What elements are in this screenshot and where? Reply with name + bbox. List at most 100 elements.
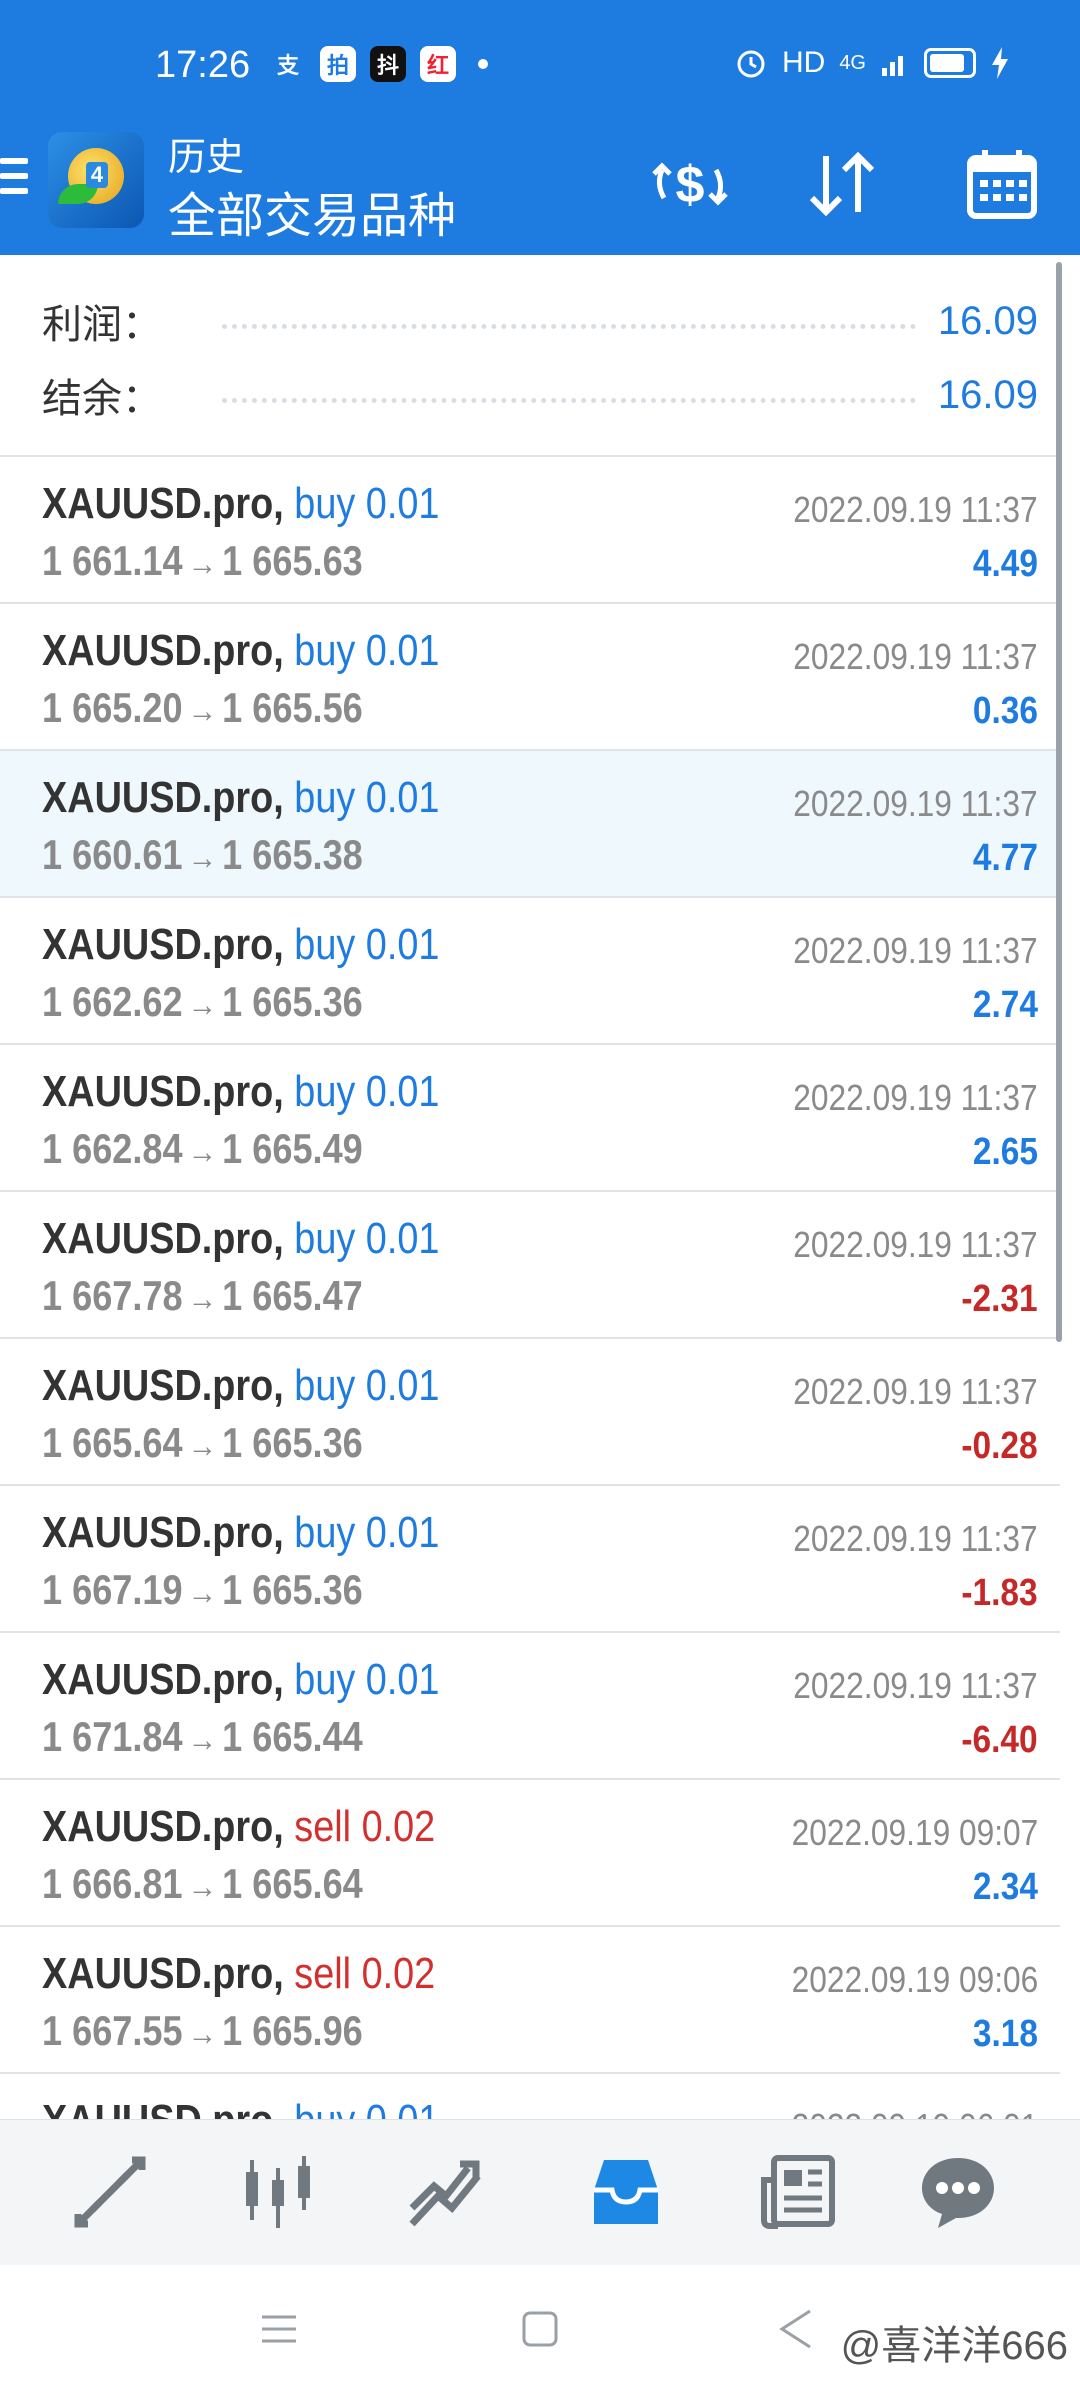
trade-prices: 1 665.20 → 1 665.56 [42,684,363,732]
chart-icon[interactable] [236,2150,320,2234]
trade-profit: -1.83 [961,1572,1038,1614]
scrollbar[interactable] [1056,262,1062,1342]
trade-time: 2022.09.19 11:37 [793,1371,1038,1412]
trade-time: 2022.09.19 11:37 [793,1518,1038,1559]
menu-icon[interactable] [258,2311,300,2347]
chat-icon[interactable] [916,2150,1000,2234]
profit-label: 利润： [42,303,162,347]
trade-prices: 1 671.84 → 1 665.44 [42,1713,363,1761]
close-price: 1 665.36 [222,1566,363,1613]
trade-row[interactable]: XAUUSD.pro, buy 0.01 1 661.14 → 1 665.63 202… [0,457,1060,604]
trade-time: 2022.09.19 06:01 [791,2106,1038,2119]
arrow-right-icon: → [187,1133,218,1171]
notification-app-icon: 红 [420,46,456,82]
trade-time: 2022.09.19 11:37 [793,489,1038,530]
trade-time: 2022.09.19 11:37 [793,930,1038,971]
trade-profit: 2.65 [972,1131,1038,1173]
trade-profit: 3.18 [972,2013,1038,2055]
close-price: 1 665.56 [222,684,363,731]
open-price: 1 671.84 [42,1713,183,1760]
open-price: 1 665.64 [42,1419,183,1466]
profit-value: 16.09 [937,298,1038,343]
trade-row[interactable]: XAUUSD.pro, buy 0.01 1 662.62 → 1 665.36 202… [0,898,1060,1045]
trade-prices: 1 667.19 → 1 665.36 [42,1566,363,1614]
trade-row[interactable]: XAUUSD.pro, buy 0.01 1 665.64 → 1 665.36 202… [0,1339,1060,1486]
trade-row[interactable]: XAUUSD.pro, buy 0.01 1 662.84 → 1 665.49 202… [0,1045,1060,1192]
calendar-icon[interactable] [960,148,1044,220]
trade-prices: 1 661.14 → 1 665.63 [42,537,363,585]
trade-history-list[interactable]: XAUUSD.pro, buy 0.01 1 661.14 → 1 665.63 202… [0,457,1060,2119]
trade-symbol: XAUUSD.pro, buy 0.01 [42,1067,439,1117]
trade-icon[interactable] [404,2150,488,2234]
status-time: 17:26 [155,44,251,86]
app-bar: 4 历史 全部交易品种 $ [0,120,1080,255]
open-price: 1 660.61 [42,831,183,878]
trade-side: buy 0.01 [294,479,440,528]
deposit-icon[interactable]: $ [648,148,732,220]
symbol-label: XAUUSD.pro, [42,1361,284,1410]
close-price: 1 665.44 [222,1713,363,1760]
trade-side: buy 0.01 [294,1361,440,1410]
quotes-icon[interactable] [68,2150,152,2234]
close-price: 1 665.36 [222,1419,363,1466]
close-price: 1 665.96 [222,2007,363,2054]
trade-side: buy 0.01 [294,1067,440,1116]
charging-icon [992,47,1008,79]
trade-time: 2022.09.19 11:37 [793,636,1038,677]
trade-row[interactable]: XAUUSD.pro, buy 0.01 1 671.84 → 1 665.44 202… [0,1633,1060,1780]
status-app-icons: 支 拍 抖 红 [270,46,488,82]
trade-row[interactable]: XAUUSD.pro, buy 0.01 1 660.61 → 1 665.38 202… [0,751,1060,898]
trade-symbol: XAUUSD.pro, buy 0.01 [42,479,439,529]
trade-symbol: XAUUSD.pro, buy 0.01 [42,1361,439,1411]
close-price: 1 665.36 [222,978,363,1025]
app-logo: 4 [48,132,144,228]
trade-row[interactable]: XAUUSD.pro, buy 0.01 1 665.20 → 1 665.56 202… [0,604,1060,751]
trade-profit: 2.74 [972,984,1038,1026]
symbol-label: XAUUSD.pro, [42,1067,284,1116]
trade-profit: 4.77 [972,837,1038,879]
symbol-label: XAUUSD.pro, [42,1655,284,1704]
trade-row[interactable]: XAUUSD.pro, sell 0.02 1 667.55 → 1 665.96 20… [0,1927,1060,2074]
trade-row[interactable]: XAUUSD.pro, buy 0.01→2022.09.19 06:01 [0,2074,1060,2119]
battery-icon [924,48,976,78]
trade-profit: -0.28 [961,1425,1038,1467]
trade-time: 2022.09.19 11:37 [793,1224,1038,1265]
svg-text:$: $ [676,156,705,214]
close-price: 1 665.63 [222,537,363,584]
trade-symbol: XAUUSD.pro, buy 0.01 [42,920,439,970]
arrow-right-icon: → [187,986,218,1024]
trade-side: sell 0.02 [294,1949,436,1998]
trade-row[interactable]: XAUUSD.pro, buy 0.01 1 667.78 → 1 665.47 202… [0,1192,1060,1339]
trade-side: buy 0.01 [294,626,440,675]
open-price: 1 662.84 [42,1125,183,1172]
trade-symbol: XAUUSD.pro, buy 0.01 [42,626,439,676]
system-navigation-bar: @喜洋洋666 [0,2265,1080,2400]
signal-icon [882,56,903,76]
history-icon[interactable] [584,2150,668,2234]
open-price: 1 667.19 [42,1566,183,1613]
trade-side: buy 0.01 [294,2096,439,2119]
symbol-label: XAUUSD.pro, [42,1214,284,1263]
arrow-right-icon: → [187,545,218,583]
back-icon[interactable] [776,2307,816,2351]
sort-icon[interactable] [800,148,884,220]
arrow-right-icon: → [187,1574,218,1612]
home-icon[interactable] [520,2309,560,2349]
network-label: HD [781,46,826,79]
open-price: 1 665.20 [42,684,183,731]
trade-row[interactable]: XAUUSD.pro, sell 0.02 1 666.81 → 1 665.64 20… [0,1780,1060,1927]
symbol-filter-title[interactable]: 全部交易品种 [168,176,456,246]
trade-profit: -6.40 [961,1719,1038,1761]
close-price: 1 665.47 [222,1272,363,1319]
trade-row[interactable]: XAUUSD.pro, buy 0.01 1 667.19 → 1 665.36 202… [0,1486,1060,1633]
arrow-right-icon: → [187,839,218,877]
news-icon[interactable] [756,2150,840,2234]
trade-time: 2022.09.19 11:37 [793,1077,1038,1118]
dotted-leader [222,397,916,403]
status-bar: 17:26 支 拍 抖 红 HD 4G [0,0,1080,120]
trade-prices: 1 662.62 → 1 665.36 [42,978,363,1026]
status-indicators: HD 4G [734,46,1010,80]
trade-symbol: XAUUSD.pro, buy 0.01 [42,1214,439,1264]
menu-icon[interactable] [0,158,28,200]
signal-label: 4G [839,51,866,74]
